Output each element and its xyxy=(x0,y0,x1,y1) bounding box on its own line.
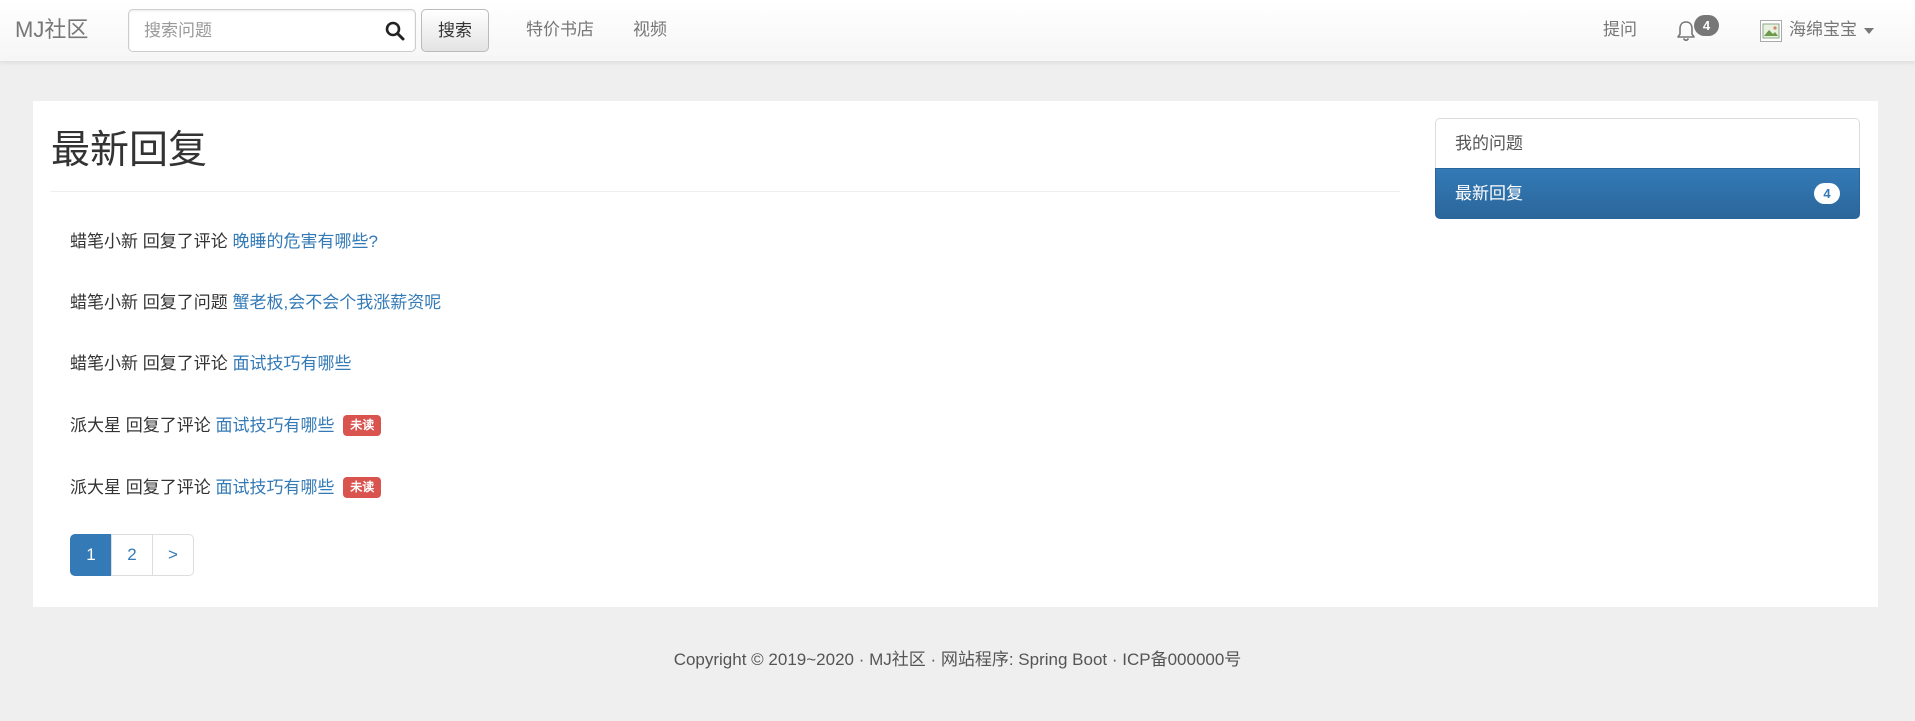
reply-count-badge: 4 xyxy=(1814,183,1840,204)
footer-copyright: Copyright © 2019~2020 · MJ社区 · 网站程序: Spr… xyxy=(673,650,1242,669)
page-button-1[interactable]: 1 xyxy=(70,534,112,576)
brand-link[interactable]: MJ社区 xyxy=(15,0,88,62)
title-divider xyxy=(51,191,1400,192)
page-title: 最新回复 xyxy=(51,129,208,172)
sidebar-menu: 我的问题 最新回复 4 xyxy=(1435,118,1860,219)
nav-link-video[interactable]: 视频 xyxy=(633,0,667,62)
reply-user: 蜡笔小新 xyxy=(70,354,138,373)
sidebar-item-latest-replies[interactable]: 最新回复 4 xyxy=(1435,168,1860,219)
reply-link[interactable]: 晚睡的危害有哪些? xyxy=(232,232,377,251)
reply-action: 回复了评论 xyxy=(142,354,228,373)
next-page-button[interactable]: > xyxy=(152,534,194,576)
sidebar-item-label: 我的问题 xyxy=(1455,134,1523,153)
reply-action: 回复了评论 xyxy=(125,416,211,435)
top-navbar: MJ社区 搜索 特价书店 视频 提问 4 海绵宝宝 xyxy=(0,0,1915,62)
notifications-button[interactable]: 4 xyxy=(1675,15,1723,47)
search-box xyxy=(128,9,416,52)
reply-user: 派大星 xyxy=(70,416,121,435)
reply-action: 回复了问题 xyxy=(142,293,228,312)
main-panel: 最新回复 蜡笔小新 回复了评论 晚睡的危害有哪些? 蜡笔小新 回复了问题 蟹老板… xyxy=(33,101,1878,607)
sidebar-item-my-questions[interactable]: 我的问题 xyxy=(1435,118,1860,169)
search-button[interactable]: 搜索 xyxy=(421,9,489,52)
reply-link[interactable]: 面试技巧有哪些 xyxy=(215,416,334,435)
reply-item: 蜡笔小新 回复了评论 晚睡的危害有哪些? xyxy=(70,227,378,257)
reply-item: 蜡笔小新 回复了评论 面试技巧有哪些 xyxy=(70,349,351,379)
broken-image-icon xyxy=(1762,23,1780,39)
reply-item: 蜡笔小新 回复了问题 蟹老板,会不会个我涨薪资呢 xyxy=(70,288,441,318)
reply-link[interactable]: 面试技巧有哪些 xyxy=(232,354,351,373)
reply-action: 回复了评论 xyxy=(125,478,211,497)
avatar xyxy=(1760,20,1782,42)
page-button-2[interactable]: 2 xyxy=(111,534,153,576)
caret-down-icon xyxy=(1864,28,1874,34)
notification-count-badge: 4 xyxy=(1694,15,1719,36)
unread-badge: 未读 xyxy=(343,477,382,499)
search-icon[interactable] xyxy=(385,21,405,41)
reply-link[interactable]: 蟹老板,会不会个我涨薪资呢 xyxy=(232,293,441,312)
user-name: 海绵宝宝 xyxy=(1789,20,1857,39)
sidebar-item-label: 最新回复 xyxy=(1455,184,1523,203)
search-input[interactable] xyxy=(129,10,369,51)
ask-question-link[interactable]: 提问 xyxy=(1603,0,1637,62)
reply-item: 派大星 回复了评论 面试技巧有哪些 未读 xyxy=(70,473,382,503)
reply-item: 派大星 回复了评论 面试技巧有哪些 未读 xyxy=(70,411,382,441)
unread-badge: 未读 xyxy=(343,415,382,437)
reply-user: 蜡笔小新 xyxy=(70,293,138,312)
reply-user: 蜡笔小新 xyxy=(70,232,138,251)
reply-user: 派大星 xyxy=(70,478,121,497)
nav-link-bookstore[interactable]: 特价书店 xyxy=(526,0,594,62)
reply-action: 回复了评论 xyxy=(142,232,228,251)
reply-link[interactable]: 面试技巧有哪些 xyxy=(215,478,334,497)
pagination: 1 2 > xyxy=(70,534,194,576)
